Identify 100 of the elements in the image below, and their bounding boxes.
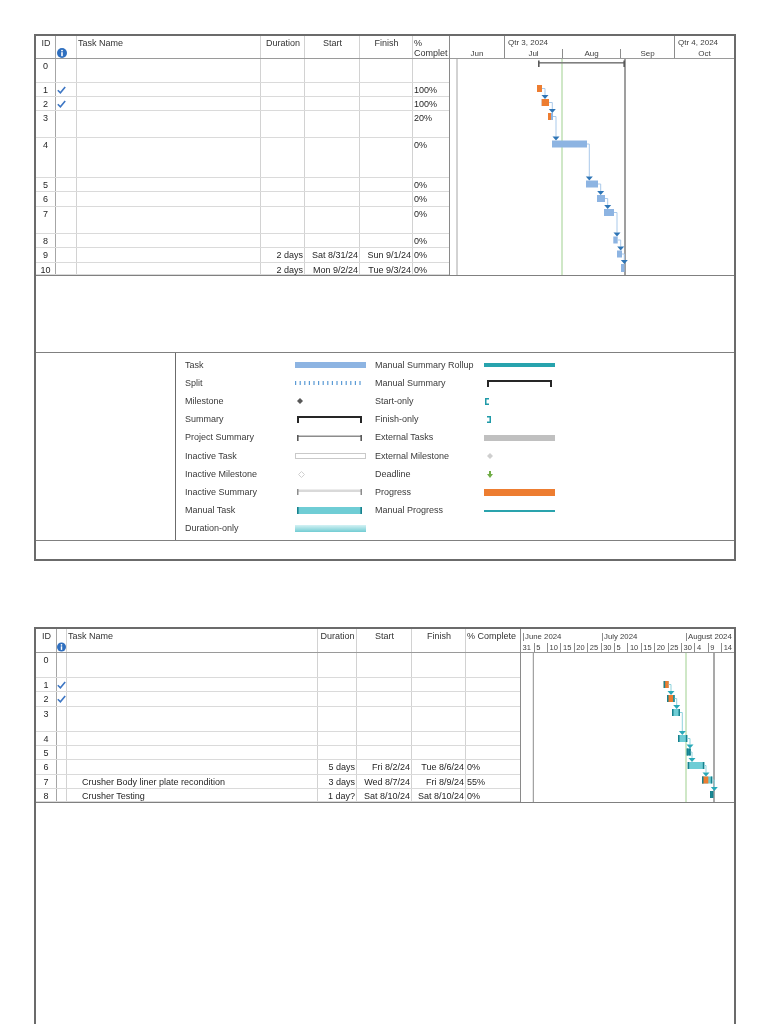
task-id: 1 xyxy=(42,84,49,96)
legend-label: Manual Summary Rollup xyxy=(375,359,474,371)
legend-label: Milestone xyxy=(185,395,224,407)
task-bar xyxy=(537,85,542,92)
timescale-label: Qtr 4, 2024 xyxy=(674,36,734,49)
manual-summary-icon xyxy=(487,379,552,387)
column-header: Finish xyxy=(373,37,399,48)
task-id: 5 xyxy=(42,179,49,191)
percent-complete: 100% xyxy=(413,84,439,96)
legend-label: Project Summary xyxy=(185,432,255,444)
legend-label: Inactive Milestone xyxy=(185,468,258,480)
percent-complete: 100% xyxy=(413,98,439,110)
task-name: Crusher Body liner plate recondition xyxy=(81,776,227,788)
summary-bracket-icon xyxy=(297,416,362,424)
task-bar xyxy=(552,140,587,148)
task-bar xyxy=(541,99,549,106)
inactive-milestone-icon xyxy=(298,470,305,478)
task-bar xyxy=(548,113,553,120)
legend-label: Manual Task xyxy=(185,505,236,517)
legend-label: Inactive Summary xyxy=(185,486,258,498)
legend-label: External Milestone xyxy=(375,450,450,462)
column-header: % Complete xyxy=(466,630,517,641)
percent-complete: 0% xyxy=(413,235,428,247)
task-id: 8 xyxy=(42,790,50,802)
task-bar xyxy=(597,195,605,202)
legend-label: Split xyxy=(185,377,203,389)
percent-complete: 0% xyxy=(413,179,428,191)
task-id: 1 xyxy=(42,679,50,691)
dependency-arrow xyxy=(613,212,621,237)
finish-date: Sat 8/10/24 xyxy=(416,790,465,802)
dependency-arrow xyxy=(620,253,628,264)
task-id: 0 xyxy=(42,654,50,666)
timescale-label: Oct xyxy=(674,49,734,58)
duration-value: 3 days xyxy=(327,776,356,788)
task-id: 2 xyxy=(42,98,49,110)
column-header: Task Name xyxy=(77,37,123,48)
percent-complete: 20% xyxy=(413,112,433,124)
dependency-arrow xyxy=(617,239,625,251)
manual-task-bar xyxy=(663,681,669,688)
column-header: Duration xyxy=(319,630,355,641)
timescale-label: Aug xyxy=(562,49,620,58)
start-date: Mon 9/2/24 xyxy=(311,264,359,276)
column-header: Task Name xyxy=(67,630,113,641)
external-milestone-icon xyxy=(487,453,493,460)
percent-complete: 0% xyxy=(466,790,481,802)
task-id: 4 xyxy=(42,139,49,151)
manual-task-bar xyxy=(678,735,688,742)
inactive-summary-icon xyxy=(297,489,362,496)
task-id: 9 xyxy=(42,249,49,261)
info-icon xyxy=(57,642,66,652)
start-date: Sat 8/10/24 xyxy=(362,790,411,802)
task-bar xyxy=(604,209,614,216)
percent-complete: 0% xyxy=(413,208,428,220)
legend-label: Finish-only xyxy=(375,414,419,426)
dependency-arrow xyxy=(702,765,710,777)
manual-task-bar xyxy=(686,748,691,756)
timescale-label: Sep xyxy=(620,49,674,58)
manual-task-bar xyxy=(667,695,675,702)
dependency-arrow xyxy=(585,143,593,181)
dependency-arrow xyxy=(688,751,696,762)
dependency-arrow xyxy=(604,198,612,209)
task-id: 7 xyxy=(42,208,49,220)
percent-complete: 0% xyxy=(413,264,428,276)
finish-date: Tue 8/6/24 xyxy=(420,761,465,773)
column-header: ID xyxy=(41,630,51,641)
legend-label: External Tasks xyxy=(375,432,434,444)
task-id: 6 xyxy=(42,193,49,205)
split-line-icon xyxy=(295,381,363,386)
percent-complete: 0% xyxy=(413,139,428,151)
legend-label: Manual Summary xyxy=(375,377,446,389)
task-id: 3 xyxy=(42,112,49,124)
duration-value: 2 days xyxy=(275,249,304,261)
dependency-arrow xyxy=(667,684,675,695)
progress-bar-icon xyxy=(484,488,555,496)
timescale-label: Jun xyxy=(469,49,485,58)
dependency-arrow xyxy=(673,698,681,709)
dependency-arrow xyxy=(548,102,556,113)
start-bracket-icon xyxy=(485,397,489,405)
deadline-arrow-icon xyxy=(487,470,493,478)
task-id: 0 xyxy=(42,60,49,72)
manual-task-bar xyxy=(687,762,705,769)
project-summary-icon xyxy=(297,434,362,441)
task-bar xyxy=(613,236,618,244)
dependency-arrow xyxy=(541,88,549,99)
rollup-bar-icon xyxy=(484,363,555,368)
task-id: 8 xyxy=(42,235,49,247)
legend-label: Start-only xyxy=(375,395,414,407)
finish-bracket-icon xyxy=(487,416,491,424)
legend-label: Task xyxy=(185,359,204,371)
task-id: 10 xyxy=(39,264,52,276)
timescale-label: Jul xyxy=(504,49,562,58)
column-header: Start xyxy=(374,630,394,641)
task-id: 4 xyxy=(42,733,50,745)
task-id: 6 xyxy=(42,761,50,773)
column-header: Duration xyxy=(265,37,300,48)
percent-complete: 0% xyxy=(413,249,428,261)
legend-label: Inactive Task xyxy=(185,450,237,462)
duration-value: 5 days xyxy=(327,761,356,773)
duration-value: 2 days xyxy=(275,264,304,276)
start-date: Fri 8/2/24 xyxy=(370,761,411,773)
